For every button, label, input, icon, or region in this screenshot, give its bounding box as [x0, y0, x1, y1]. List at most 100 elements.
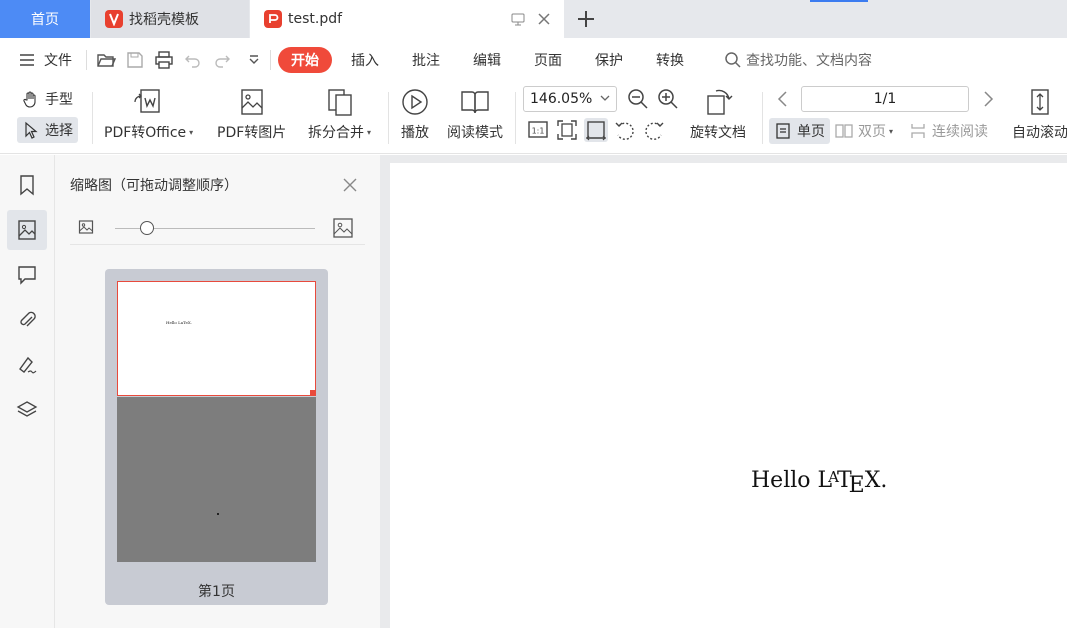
chevron-down-icon: ▾: [889, 126, 894, 136]
tab-annotate[interactable]: 批注: [412, 38, 440, 82]
divider: [762, 92, 763, 144]
menu-bar: 文件 开始 插入 批注 编辑 页面 保护 转换 查找功能、文档内容: [0, 38, 1067, 82]
comment-icon: [18, 266, 36, 285]
double-page-button[interactable]: 双页 ▾: [830, 118, 898, 144]
tab-edit[interactable]: 编辑: [473, 38, 501, 82]
document-page[interactable]: Hello LATE X.: [390, 163, 1067, 628]
play-label: 播放: [401, 125, 429, 141]
pdf-to-office-icon: [133, 89, 160, 113]
comment-nav-button[interactable]: [7, 255, 47, 295]
thumbnail-dot: [217, 513, 219, 515]
zoom-out-icon[interactable]: [626, 87, 650, 111]
document-text: Hello LATE X.: [751, 468, 888, 498]
auto-scroll-icon: [1031, 89, 1049, 115]
chevron-down-icon: ▾: [367, 127, 372, 137]
tab-pdf-document[interactable]: test.pdf: [250, 0, 564, 38]
pdf-to-office-label: PDF转Office: [104, 125, 187, 141]
tab-page[interactable]: 页面: [534, 38, 562, 82]
tab-annotate-label: 批注: [412, 53, 440, 69]
next-page-icon[interactable]: [976, 87, 1000, 111]
pdf-logo-icon: [264, 10, 282, 28]
accent-marker: [810, 0, 868, 2]
tab-start[interactable]: 开始: [278, 47, 332, 73]
pdf-to-office-button[interactable]: PDF转Office ▾: [104, 86, 193, 142]
docer-logo-icon: [105, 10, 123, 28]
read-mode-label: 阅读模式: [447, 125, 503, 141]
layers-icon: [16, 401, 38, 417]
undo-icon[interactable]: [183, 50, 203, 70]
layers-nav-button[interactable]: [7, 390, 47, 430]
paperclip-icon: [20, 311, 36, 327]
zoom-in-icon[interactable]: [656, 87, 680, 111]
single-page-button[interactable]: 单页: [769, 118, 830, 144]
function-search[interactable]: 查找功能、文档内容: [724, 50, 872, 70]
rotate-right-icon[interactable]: [642, 118, 666, 142]
save-icon[interactable]: [125, 50, 145, 70]
tab-edit-label: 编辑: [473, 53, 501, 69]
new-tab-icon[interactable]: [574, 7, 598, 31]
open-folder-icon[interactable]: [96, 50, 116, 70]
split-merge-label: 拆分合并: [308, 125, 364, 141]
redo-icon[interactable]: [212, 50, 232, 70]
tab-close-icon[interactable]: [536, 11, 552, 27]
double-page-icon: [835, 124, 853, 138]
page-number-input[interactable]: 1/1: [801, 86, 969, 112]
document-hello: Hello: [751, 468, 811, 493]
split-merge-button[interactable]: 拆分合并 ▾: [308, 86, 371, 142]
tab-convert[interactable]: 转换: [656, 38, 684, 82]
tab-template-label: 找稻壳模板: [129, 12, 199, 28]
chevron-down-icon: ▾: [189, 127, 194, 137]
page-thumbnail[interactable]: Hello LaTeX. 第1页: [105, 269, 328, 605]
tab-bar: 首页 找稻壳模板 test.pdf: [0, 0, 1067, 38]
hand-icon: [23, 91, 36, 108]
rotate-document-button[interactable]: 旋转文档: [690, 86, 746, 142]
zoom-level-select[interactable]: 146.05%: [523, 86, 617, 112]
fit-page-icon[interactable]: [555, 118, 579, 142]
thumbnail-nav-button[interactable]: [7, 210, 47, 250]
file-menu-label: 文件: [44, 53, 72, 69]
file-menu[interactable]: 文件: [18, 38, 72, 82]
continuous-read-button[interactable]: 连续阅读: [904, 118, 993, 144]
bookmark-nav-button[interactable]: [7, 165, 47, 205]
thumbnail-page-label: 第1页: [198, 584, 235, 600]
play-icon: [402, 89, 428, 115]
pdf-to-image-label: PDF转图片: [217, 125, 287, 141]
tab-convert-label: 转换: [656, 53, 684, 69]
float-window-icon[interactable]: [510, 11, 526, 27]
divider: [86, 50, 87, 70]
fit-width-icon[interactable]: [584, 118, 608, 142]
signature-nav-button[interactable]: [7, 345, 47, 385]
print-icon[interactable]: [154, 50, 174, 70]
hand-tool-button[interactable]: 手型: [17, 86, 78, 112]
tab-template[interactable]: 找稻壳模板: [91, 0, 249, 38]
continuous-read-label: 连续阅读: [932, 124, 988, 140]
split-merge-icon: [327, 89, 352, 116]
thumbnail-mini-text: Hello LaTeX.: [166, 320, 192, 325]
rotate-left-icon[interactable]: [613, 118, 637, 142]
tab-insert[interactable]: 插入: [351, 38, 379, 82]
more-dropdown-icon[interactable]: [244, 50, 264, 70]
attachment-nav-button[interactable]: [7, 300, 47, 340]
previous-page-icon[interactable]: [771, 87, 795, 111]
small-image-icon[interactable]: [78, 219, 94, 235]
zoom-level-value: 146.05%: [530, 91, 593, 107]
select-tool-button[interactable]: 选择: [17, 117, 78, 143]
tab-page-label: 页面: [534, 53, 562, 69]
pdf-to-image-button[interactable]: PDF转图片: [217, 86, 286, 142]
read-mode-button[interactable]: 阅读模式: [447, 86, 503, 142]
slider-handle[interactable]: [140, 221, 154, 235]
play-button[interactable]: 播放: [399, 86, 431, 142]
tab-home[interactable]: 首页: [0, 0, 90, 38]
large-image-icon[interactable]: [332, 217, 354, 239]
resize-handle[interactable]: [310, 390, 316, 396]
auto-scroll-button[interactable]: 自动滚动: [1012, 86, 1067, 142]
hand-tool-label: 手型: [45, 92, 73, 108]
divider: [92, 92, 93, 144]
ribbon-toolbar: 手型 选择 PDF转Office ▾ PDF转图片 拆分合并 ▾ 播放 阅读模式…: [0, 82, 1067, 154]
rotate-document-label: 旋转文档: [690, 125, 746, 141]
hamburger-icon: [20, 54, 34, 66]
divider: [515, 92, 516, 144]
actual-size-icon[interactable]: 1:1: [526, 118, 550, 142]
tab-protect[interactable]: 保护: [595, 38, 623, 82]
close-icon[interactable]: [342, 177, 358, 193]
